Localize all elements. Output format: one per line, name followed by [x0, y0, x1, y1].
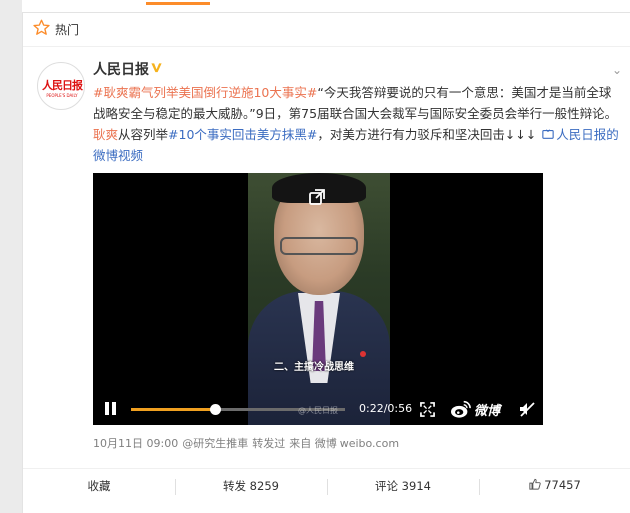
- hot-section-header: 热门: [23, 13, 630, 47]
- post-date[interactable]: 10月11日 09:00: [93, 437, 178, 450]
- hot-label: 热门: [55, 23, 80, 37]
- mention-name[interactable]: 耿爽: [93, 127, 118, 142]
- post-source[interactable]: 来自 微博: [289, 437, 337, 450]
- weibo-card: 热门 人民日报 PEOPLE'S DAILY 人民日报 ⌄ #耿爽霸气列举美国倒…: [22, 12, 630, 513]
- post-domain[interactable]: weibo.com: [340, 437, 399, 450]
- pause-button[interactable]: [103, 400, 119, 418]
- avatar-masthead-sub: PEOPLE'S DAILY: [46, 93, 78, 98]
- weibo-logo-icon: [451, 400, 471, 418]
- progress-knob[interactable]: [210, 404, 222, 415]
- author-name[interactable]: 人民日报: [93, 59, 149, 79]
- progress-fill: [131, 408, 216, 411]
- video-link-icon: [542, 129, 554, 139]
- video-watermark: @人民日报: [298, 406, 338, 415]
- fullscreen-icon[interactable]: [420, 402, 435, 417]
- like-count: 77457: [544, 478, 581, 492]
- action-bar: 收藏 转发 8259 评论 3914 77457: [23, 468, 630, 504]
- post-text-2: 从容列举: [118, 127, 169, 142]
- repost-label: 转发 8259: [223, 479, 279, 493]
- hashtag-link[interactable]: #10个事实回击美方抹黑#: [168, 127, 317, 142]
- star-icon: [33, 19, 50, 35]
- collect-label: 收藏: [87, 479, 111, 493]
- video-frame: 二、主搞冷战思维: [248, 173, 390, 425]
- repost-label: 转发过: [252, 437, 286, 450]
- like-button[interactable]: 77457: [479, 478, 630, 492]
- post-content: #耿爽霸气列举美国倒行逆施10大事实#“今天我答辩要说的只有一个意思：美国才是当…: [93, 82, 621, 166]
- post-meta: 10月11日 09:00 @研究生推車 转发过 来自 微博 weibo.com: [93, 435, 399, 451]
- thumbs-up-icon: [529, 478, 541, 490]
- collect-button[interactable]: 收藏: [23, 478, 175, 494]
- editor-mention[interactable]: @研究生推車: [182, 437, 248, 450]
- video-subtitle: 二、主搞冷战思维: [274, 362, 354, 373]
- chevron-down-icon[interactable]: ⌄: [612, 63, 622, 77]
- video-time: 0:22/0:56: [359, 402, 413, 415]
- mute-icon[interactable]: [518, 400, 536, 418]
- comment-label: 评论 3914: [375, 479, 431, 493]
- comment-button[interactable]: 评论 3914: [327, 478, 479, 494]
- top-strip: [22, 0, 630, 12]
- avatar-masthead: 人民日报: [42, 79, 83, 92]
- avatar[interactable]: 人民日报 PEOPLE'S DAILY: [37, 62, 85, 110]
- topic-hashtag[interactable]: #耿爽霸气列举美国倒行逆施10大事实#: [93, 85, 317, 100]
- weibo-brand-text: 微博: [474, 404, 501, 419]
- video-controls: @人民日报 0:22/0:56 微博: [93, 395, 543, 425]
- repost-button[interactable]: 转发 8259: [175, 478, 327, 494]
- verified-badge-icon: [151, 63, 162, 73]
- post-text-3: ，对美方进行有力驳斥和坚决回击↓↓↓: [317, 127, 537, 142]
- video-player[interactable]: 二、主搞冷战思维 @人民日报 0:22/0:56 微博: [93, 173, 543, 425]
- active-tab-indicator: [146, 2, 210, 5]
- picture-in-picture-icon[interactable]: [306, 186, 328, 208]
